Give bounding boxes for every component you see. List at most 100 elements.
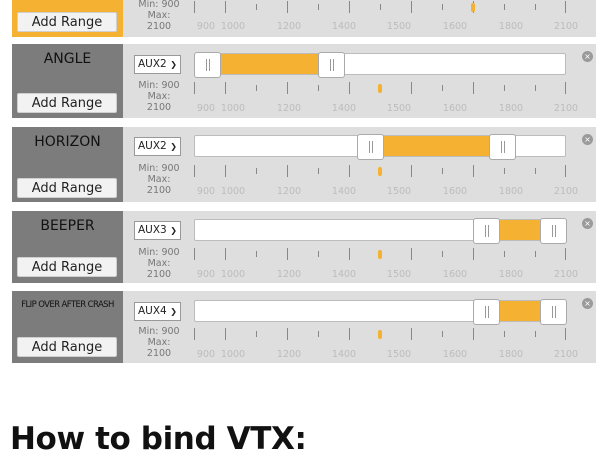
mode-label: Add Range (12, 0, 123, 37)
min-max-label: Min: 900 Max: 2100 (134, 0, 184, 32)
mode-label: FLIP OVER AFTER CRASH Add Range (12, 291, 123, 363)
tick-mark (318, 251, 319, 257)
mode-label: HORIZON Add Range (12, 127, 123, 202)
channel-ticks (194, 1, 566, 17)
aux-channel-value: AUX2 (138, 58, 167, 70)
tick-mark (504, 4, 505, 10)
max-label: Max: 2100 (146, 337, 172, 359)
mode-row-horizon: HORIZON Add Range AUX2 ❯ Min: 900 Max: 21… (12, 127, 596, 202)
range-slider[interactable] (194, 299, 567, 325)
tick-labels: 900 1000 1200 1400 1500 1600 1800 2100 (194, 21, 578, 32)
tick-label: 1400 (331, 186, 357, 197)
section-heading: How to bind VTX: (10, 421, 307, 457)
mode-range-panel: Min: 900 Max: 2100 900 1000 1200 1400 1500 16… (123, 0, 596, 37)
range-start-handle[interactable] (473, 299, 500, 325)
range-end-handle[interactable] (540, 299, 567, 325)
range-slider[interactable] (194, 134, 566, 160)
tick-mark (473, 82, 474, 94)
tick-mark (535, 85, 536, 91)
mode-name: BEEPER (40, 218, 95, 234)
remove-range-icon[interactable]: × (582, 51, 593, 62)
mode-range-panel: AUX2 ❯ Min: 900 Max: 2100 900 1000 1200 1400… (123, 44, 596, 118)
tick-label: 1800 (498, 21, 524, 32)
remove-range-icon[interactable]: × (582, 134, 593, 145)
min-label: Min: 900 (138, 80, 180, 91)
range-end-handle[interactable] (318, 52, 345, 78)
mode-row-partial: Add Range Min: 900 Max: 2100 900 1000 1200… (12, 0, 596, 37)
min-max-label: Min: 900 Max: 2100 (134, 163, 184, 196)
tick-labels: 900 1000 1200 1400 1500 1600 1800 2100 (194, 349, 578, 360)
chevron-down-icon: ❯ (170, 142, 177, 151)
tick-mark (565, 248, 566, 260)
tick-mark (565, 328, 566, 340)
tick-label: 1200 (276, 349, 302, 360)
tick-mark (442, 85, 443, 91)
tick-mark (349, 1, 350, 13)
min-label: Min: 900 (138, 326, 180, 337)
aux-channel-select[interactable]: AUX3 ❯ (134, 221, 181, 240)
tick-label: 1400 (331, 269, 357, 280)
remove-range-icon[interactable]: × (582, 218, 593, 229)
tick-label: 1800 (498, 103, 524, 114)
max-label: Max: 2100 (146, 10, 172, 32)
tick-mark (225, 248, 226, 260)
tick-mark (256, 4, 257, 10)
add-range-button[interactable]: Add Range (17, 178, 117, 198)
tick-mark (287, 82, 288, 94)
tick-label: 1400 (331, 349, 357, 360)
tick-mark (565, 82, 566, 94)
channel-ticks (194, 248, 566, 264)
range-fill (369, 136, 490, 156)
add-range-button[interactable]: Add Range (17, 93, 117, 113)
tick-mark (287, 1, 288, 13)
tick-mark (504, 331, 505, 337)
add-range-button[interactable]: Add Range (17, 257, 117, 277)
tick-mark (225, 328, 226, 340)
tick-label: 1600 (442, 186, 468, 197)
range-start-handle[interactable] (194, 52, 221, 78)
chevron-down-icon: ❯ (170, 307, 177, 316)
tick-label: 900 (196, 103, 216, 114)
tick-label: 2100 (553, 21, 579, 32)
aux-channel-select[interactable]: AUX2 ❯ (134, 55, 181, 74)
tick-mark (349, 165, 350, 177)
max-label: Max: 2100 (146, 258, 172, 280)
tick-mark (256, 251, 257, 257)
tick-mark (535, 168, 536, 174)
mode-label: BEEPER Add Range (12, 211, 123, 283)
remove-range-icon[interactable]: × (582, 298, 593, 309)
tick-mark (318, 85, 319, 91)
tick-label: 1500 (386, 349, 412, 360)
tick-label: 1800 (498, 186, 524, 197)
range-slider[interactable] (194, 218, 567, 244)
tick-mark (349, 328, 350, 340)
channel-ticks (194, 82, 566, 98)
tick-label: 1000 (220, 269, 246, 280)
tick-label: 1500 (386, 269, 412, 280)
channel-ticks (194, 165, 566, 181)
range-start-handle[interactable] (473, 218, 500, 244)
range-end-handle[interactable] (488, 134, 516, 160)
range-start-handle[interactable] (356, 134, 384, 160)
tick-label: 900 (196, 186, 216, 197)
range-end-handle[interactable] (540, 218, 567, 244)
mode-label: ANGLE Add Range (12, 44, 123, 118)
tick-mark (318, 4, 319, 10)
tick-label: 1600 (442, 269, 468, 280)
tick-mark (318, 168, 319, 174)
aux-channel-value: AUX3 (138, 224, 167, 236)
add-range-button[interactable]: Add Range (17, 12, 117, 32)
tick-mark (225, 82, 226, 94)
aux-channel-select[interactable]: AUX2 ❯ (134, 137, 181, 156)
min-max-label: Min: 900 Max: 2100 (134, 80, 184, 113)
add-range-button[interactable]: Add Range (17, 337, 117, 357)
aux-channel-select[interactable]: AUX4 ❯ (134, 302, 181, 321)
range-slider[interactable] (194, 52, 566, 78)
mode-row-angle: ANGLE Add Range AUX2 ❯ Min: 900 Max: 2100… (12, 44, 596, 118)
min-label: Min: 900 (138, 163, 180, 174)
tick-label: 1000 (220, 349, 246, 360)
channel-value-marker (378, 250, 382, 259)
tick-label: 1200 (276, 21, 302, 32)
tick-label: 1200 (276, 186, 302, 197)
tick-label: 1200 (276, 269, 302, 280)
